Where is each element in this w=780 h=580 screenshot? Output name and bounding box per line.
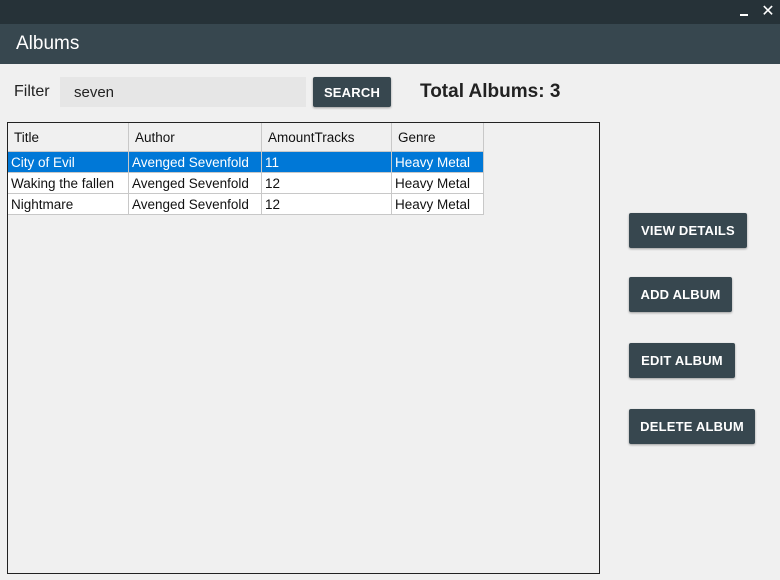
column-header-amount-tracks[interactable]: AmountTracks — [261, 123, 392, 152]
cell-title: City of Evil — [8, 151, 129, 173]
cell-author: Avenged Sevenfold — [128, 151, 262, 173]
cell-amount-tracks: 11 — [261, 151, 392, 173]
column-header-title[interactable]: Title — [8, 123, 129, 152]
column-header-genre[interactable]: Genre — [391, 123, 484, 152]
close-icon[interactable]: ✕ — [759, 2, 777, 22]
cell-amount-tracks: 12 — [261, 193, 392, 215]
table-row[interactable]: Waking the fallen Avenged Sevenfold 12 H… — [8, 172, 484, 194]
cell-title: Waking the fallen — [8, 172, 129, 194]
cell-genre: Heavy Metal — [391, 193, 484, 215]
cell-author: Avenged Sevenfold — [128, 172, 262, 194]
app-header: Albums — [0, 24, 780, 64]
cell-author: Avenged Sevenfold — [128, 193, 262, 215]
cell-genre: Heavy Metal — [391, 151, 484, 173]
table-row[interactable]: City of Evil Avenged Sevenfold 11 Heavy … — [8, 151, 484, 173]
column-header-author[interactable]: Author — [128, 123, 262, 152]
filter-label: Filter — [14, 83, 50, 100]
total-albums-label: Total Albums: 3 — [420, 81, 561, 102]
view-details-button[interactable]: VIEW DETAILS — [629, 213, 747, 248]
window-titlebar: ✕ — [0, 0, 780, 24]
albums-table: Title Author AmountTracks Genre City of … — [8, 123, 484, 215]
page-title: Albums — [16, 33, 80, 54]
edit-album-button[interactable]: EDIT ALBUM — [629, 343, 735, 378]
filter-input[interactable] — [60, 77, 306, 107]
delete-album-button[interactable]: DELETE ALBUM — [629, 409, 755, 444]
table-row[interactable]: Nightmare Avenged Sevenfold 12 Heavy Met… — [8, 193, 484, 215]
table-header-row: Title Author AmountTracks Genre — [8, 123, 484, 152]
cell-amount-tracks: 12 — [261, 172, 392, 194]
search-button[interactable]: SEARCH — [313, 77, 391, 107]
albums-table-container[interactable]: Title Author AmountTracks Genre City of … — [7, 122, 600, 574]
add-album-button[interactable]: ADD ALBUM — [629, 277, 732, 312]
cell-genre: Heavy Metal — [391, 172, 484, 194]
cell-title: Nightmare — [8, 193, 129, 215]
